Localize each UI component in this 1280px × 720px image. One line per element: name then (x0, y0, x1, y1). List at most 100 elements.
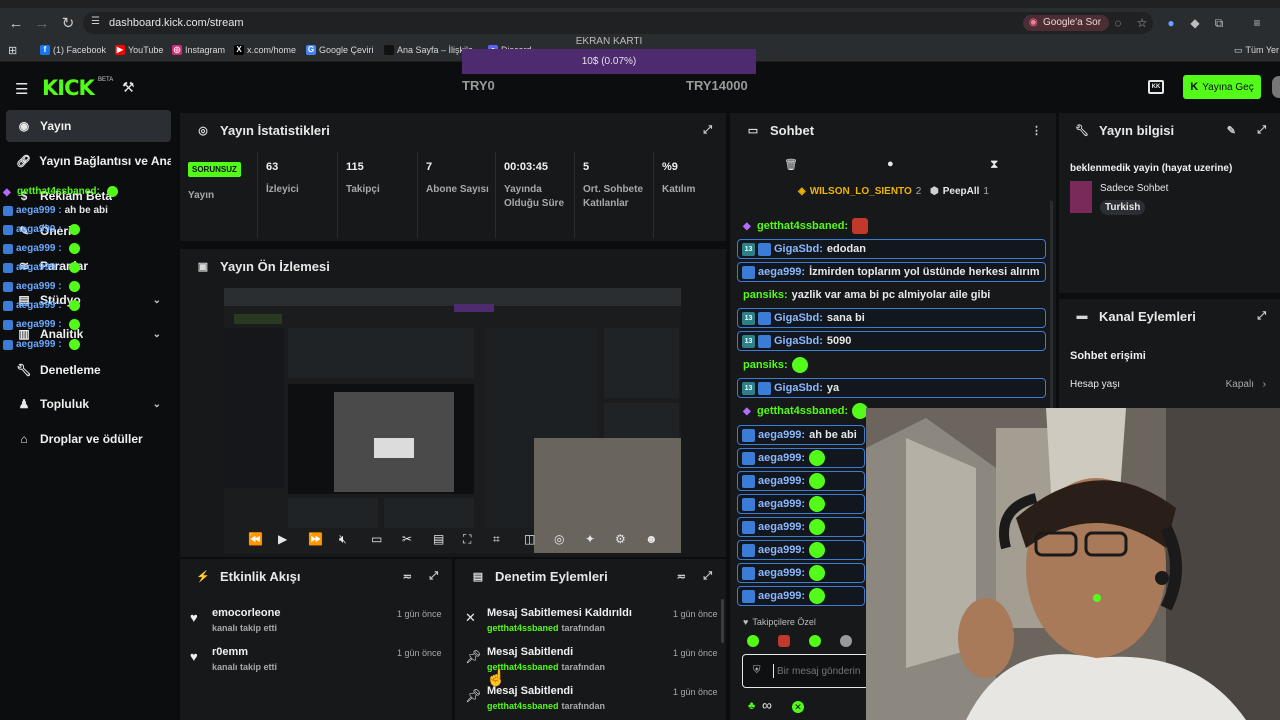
all-bookmarks[interactable]: ▭ Tüm Yer (1234, 43, 1279, 57)
bookmark-item[interactable]: Xx.com/home (234, 43, 296, 57)
chat-message[interactable]: aega999: (737, 563, 865, 583)
discord-icon[interactable]: ☻ (645, 532, 658, 546)
quick-emote-4[interactable] (840, 635, 852, 647)
more-vertical-icon[interactable]: ⋮ (1031, 124, 1042, 137)
reading-list-icon[interactable]: ≡ (1248, 14, 1266, 32)
filter-icon[interactable]: ≂ (677, 570, 686, 583)
reload-icon[interactable]: ↻ (55, 10, 81, 36)
chat-username[interactable]: aega999: (758, 266, 805, 278)
people-icon[interactable]: ♣ (748, 700, 755, 712)
chat-message[interactable]: ◆ getthat4ssbaned: (737, 401, 869, 421)
chat-username[interactable]: GigaSbd: (774, 243, 823, 255)
quick-emote-1[interactable] (747, 635, 759, 647)
edit-icon[interactable]: ✎ (1227, 124, 1236, 137)
fullscreen-icon[interactable]: ⛶ (463, 532, 471, 547)
chat-message[interactable]: aega999: (737, 448, 865, 468)
mute-icon[interactable]: 🔇︎ (339, 532, 347, 547)
sidebar-item-0[interactable]: ◉ Yayın (6, 110, 171, 142)
chat-username[interactable]: aega999: (758, 429, 805, 441)
fast-forward-icon[interactable]: ⏩ (308, 532, 323, 546)
chat-message[interactable]: 13 GigaSbd: 5090 (737, 331, 1046, 351)
extension-icon[interactable]: ◆ (1186, 14, 1204, 32)
expand-icon[interactable]: ⤢ (703, 124, 712, 137)
address-bar[interactable]: ☰ dashboard.kick.com/stream ◉ Google'a So… (83, 12, 1153, 34)
chat-username[interactable]: aega999: (758, 452, 805, 464)
chat-username[interactable]: GigaSbd: (774, 382, 823, 394)
rewind-icon[interactable]: ⏪ (248, 532, 263, 546)
chat-message[interactable]: aega999: ah be abi (737, 425, 865, 445)
chat-message[interactable]: ◆ getthat4ssbaned: (737, 216, 869, 236)
back-icon[interactable]: ← (3, 10, 29, 36)
chat-username[interactable]: aega999: (758, 521, 805, 533)
kick-logo[interactable]: KICK (42, 76, 95, 100)
chat-username[interactable]: GigaSbd: (774, 335, 823, 347)
forward-icon[interactable]: → (29, 10, 55, 36)
quick-emote-3[interactable] (809, 635, 821, 647)
settings-icon[interactable]: ⚙ (615, 532, 626, 546)
sidebar-item-9[interactable]: ⌂ Droplar ve ödüller (6, 423, 171, 455)
filter-icon[interactable]: ≂ (403, 570, 412, 583)
quick-emote-2[interactable] (778, 635, 790, 647)
go-live-button[interactable]: K Yayına Geç (1183, 75, 1261, 99)
bookmark-item[interactable]: ◎ Instagram (172, 43, 225, 57)
chat-message[interactable]: aega999: (737, 494, 865, 514)
chat-username[interactable]: pansiks: (743, 359, 788, 371)
top-chatter[interactable]: ◈ WILSON_LO_SIENTO 2 (798, 186, 921, 197)
menu-icon[interactable]: ☰ (15, 80, 28, 98)
close-circle-icon[interactable]: ✕ (792, 701, 804, 713)
chat-message[interactable]: aega999: (737, 540, 865, 560)
chat-message[interactable]: aega999: (737, 471, 865, 491)
sparkle-icon[interactable]: ✦ (585, 532, 595, 546)
pip-icon[interactable]: ▤ (433, 532, 444, 546)
layout-icon[interactable]: ◫ (524, 532, 535, 546)
bookmark-item[interactable]: G Google Çeviri (306, 43, 374, 57)
chat-message[interactable]: 13 GigaSbd: sana bi (737, 308, 1046, 328)
expand-icon[interactable]: ⤢ (703, 570, 712, 583)
crop-icon[interactable]: ⌗ (493, 532, 500, 547)
tools-icon[interactable]: ⚒ (122, 79, 135, 96)
mod-user[interactable]: getthat4ssbaned (487, 701, 559, 711)
chat-username[interactable]: aega999: (758, 475, 805, 487)
top-chatter[interactable]: ⬢ PeepAll 1 (930, 186, 989, 197)
chat-username[interactable]: aega999: (758, 544, 805, 556)
chat-username[interactable]: pansiks: (743, 289, 788, 301)
expand-icon[interactable]: ⤢ (1257, 124, 1266, 137)
sidebar-item-7[interactable]: 🔧︎ Denetleme (6, 354, 171, 386)
expand-icon[interactable]: ⤢ (1257, 310, 1266, 323)
chat-username[interactable]: aega999: (758, 498, 805, 510)
bookmark-star-icon[interactable]: ☆ (1133, 14, 1151, 32)
apps-grid-icon[interactable]: ⊞ (8, 43, 17, 57)
ask-google-button[interactable]: ◉ Google'a Sor (1023, 15, 1110, 31)
bookmark-item[interactable]: ▶ YouTube (115, 43, 163, 57)
speech-icon[interactable]: ● (887, 158, 894, 170)
moderation-scrollbar[interactable] (721, 599, 724, 643)
expand-icon[interactable]: ⤢ (429, 570, 438, 583)
chat-username[interactable]: getthat4ssbaned: (757, 220, 848, 232)
chat-username[interactable]: getthat4ssbaned: (757, 405, 848, 417)
chat-message[interactable]: 13 GigaSbd: ya (737, 378, 1046, 398)
account-age-row[interactable]: Hesap yaşı Kapalı › (1070, 379, 1266, 390)
hide-eye-icon[interactable]: ◌ (1109, 14, 1127, 32)
avatar[interactable] (1272, 76, 1280, 98)
event-user[interactable]: emocorleone (212, 607, 280, 619)
site-info-icon[interactable]: ☰ (91, 16, 100, 27)
chat-username[interactable]: aega999: (758, 590, 805, 602)
extension-blue-icon[interactable]: ● (1162, 14, 1180, 32)
chat-message[interactable]: aega999: İzmirden toplarım yol üstünde he… (737, 262, 1046, 282)
stream-preview-video[interactable] (224, 288, 681, 553)
clip-icon[interactable]: ✂ (402, 532, 412, 546)
puzzle-icon[interactable]: ⧉ (1210, 14, 1228, 32)
trash-icon[interactable]: 🗑︎ (784, 158, 798, 171)
hourglass-icon[interactable]: ⧗ (990, 157, 998, 172)
kick-studio-icon[interactable]: KK (1148, 80, 1164, 94)
mod-user[interactable]: getthat4ssbaned (487, 623, 559, 633)
chat-message[interactable]: aega999: (737, 517, 865, 537)
play-icon[interactable]: ▶ (278, 532, 287, 546)
chat-message[interactable]: pansiks: yazlik var ama bi pc almiyolar a… (737, 285, 990, 305)
chat-username[interactable]: GigaSbd: (774, 312, 823, 324)
chat-username[interactable]: aega999: (758, 567, 805, 579)
bookmark-item[interactable]: f (1) Facebook (40, 43, 106, 57)
sidebar-item-8[interactable]: ♟ Topluluk ⌄ (6, 388, 171, 420)
chat-message[interactable]: 13 GigaSbd: edodan (737, 239, 1046, 259)
chat-message[interactable]: pansiks: (737, 355, 808, 375)
